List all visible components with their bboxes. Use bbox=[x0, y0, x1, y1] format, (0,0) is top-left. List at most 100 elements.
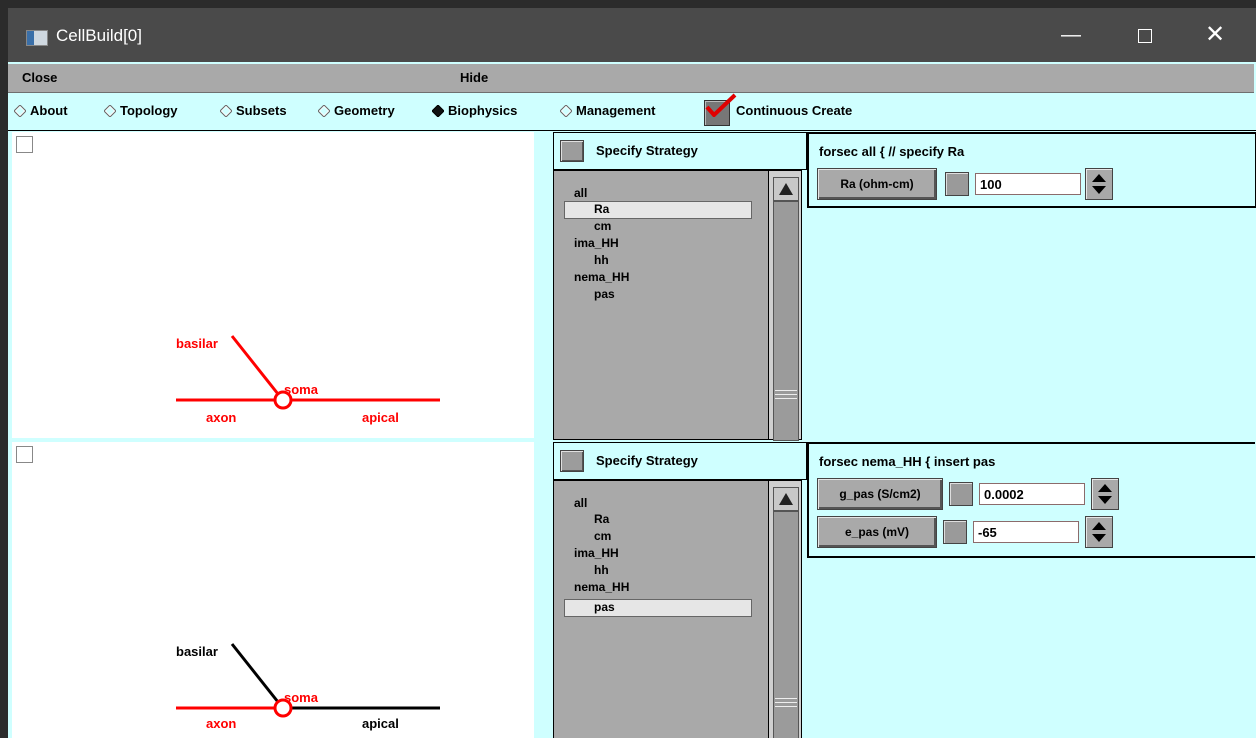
continuous-create-label: Continuous Create bbox=[736, 103, 853, 118]
radio-diamond-icon bbox=[104, 105, 116, 117]
g-pas-button[interactable]: g_pas (S/cm2) bbox=[817, 478, 943, 510]
list-scrollbar-1[interactable] bbox=[768, 170, 802, 441]
shape-plot-panel-1[interactable]: basilar soma axon apical bbox=[12, 132, 534, 438]
scroll-track[interactable] bbox=[773, 201, 799, 441]
e-pas-default-toggle[interactable] bbox=[943, 520, 967, 544]
basilar-section bbox=[230, 335, 280, 395]
tab-subsets-label: Subsets bbox=[236, 103, 287, 118]
tab-geometry-label: Geometry bbox=[334, 103, 395, 118]
specify-strategy-bar-1: Specify Strategy bbox=[553, 132, 807, 170]
basilar-label: basilar bbox=[176, 336, 218, 351]
apical-label: apical bbox=[362, 410, 399, 425]
list-item[interactable]: nema_HH bbox=[574, 269, 629, 285]
parameter-header: forsec all { // specify Ra bbox=[819, 144, 965, 159]
panel-2-background bbox=[807, 558, 1256, 738]
list-item[interactable]: cm bbox=[594, 528, 611, 544]
menu-bar: Close Hide bbox=[8, 64, 1254, 93]
title-bar: CellBuild[0] — ✕ bbox=[8, 8, 1256, 62]
parameter-header: forsec nema_HH { insert pas bbox=[819, 454, 996, 469]
g-pas-value-field[interactable]: 0.0002 bbox=[979, 483, 1085, 505]
tab-about[interactable]: About bbox=[14, 103, 68, 123]
soma-label: soma bbox=[284, 690, 319, 705]
list-item[interactable]: Ra bbox=[594, 511, 609, 527]
radio-diamond-icon bbox=[560, 105, 572, 117]
g-pas-stepper[interactable] bbox=[1091, 478, 1119, 510]
panel-divider bbox=[534, 132, 548, 438]
list-item[interactable]: all bbox=[574, 185, 587, 201]
checkmark-icon bbox=[705, 93, 737, 117]
window-title: CellBuild[0] bbox=[56, 26, 142, 45]
subset-list-1[interactable]: all Ra cm ima_HH hh nema_HH pas bbox=[553, 170, 770, 440]
apical-label: apical bbox=[362, 716, 399, 731]
tab-topology-label: Topology bbox=[120, 103, 178, 118]
list-item[interactable]: pas bbox=[594, 599, 615, 615]
e-pas-value-field[interactable]: -65 bbox=[973, 521, 1079, 543]
close-menu[interactable]: Close bbox=[22, 70, 57, 85]
close-window-button[interactable]: ✕ bbox=[1192, 16, 1238, 54]
list-item[interactable]: all bbox=[574, 495, 587, 511]
list-item[interactable]: nema_HH bbox=[574, 579, 629, 595]
radio-diamond-selected-icon bbox=[432, 105, 444, 117]
list-item[interactable]: hh bbox=[594, 562, 609, 578]
list-scrollbar-2[interactable] bbox=[768, 480, 802, 738]
parameter-panel-2: forsec nema_HH { insert pas g_pas (S/cm2… bbox=[807, 442, 1255, 558]
shape-plot-panel-2[interactable]: basilar soma axon apical bbox=[12, 442, 534, 738]
axon-label: axon bbox=[206, 410, 236, 425]
scroll-grip-icon[interactable] bbox=[773, 693, 799, 713]
subset-list-2[interactable]: all Ra cm ima_HH hh nema_HH pas bbox=[553, 480, 770, 738]
up-down-arrow-icon bbox=[1092, 174, 1106, 194]
specify-strategy-label: Specify Strategy bbox=[596, 143, 698, 158]
tab-management[interactable]: Management bbox=[560, 103, 655, 123]
hide-menu[interactable]: Hide bbox=[460, 70, 488, 85]
tab-about-label: About bbox=[30, 103, 68, 118]
list-selection-highlight bbox=[564, 201, 752, 219]
list-item[interactable]: ima_HH bbox=[574, 235, 619, 251]
specify-strategy-label: Specify Strategy bbox=[596, 453, 698, 468]
up-down-arrow-icon bbox=[1092, 522, 1106, 542]
radio-diamond-icon bbox=[318, 105, 330, 117]
maximize-button[interactable] bbox=[1122, 16, 1168, 54]
ra-default-toggle[interactable] bbox=[945, 172, 969, 196]
ra-stepper[interactable] bbox=[1085, 168, 1113, 200]
ra-value-field[interactable]: 100 bbox=[975, 173, 1081, 195]
continuous-create-checkbox[interactable] bbox=[704, 93, 737, 126]
soma-label: soma bbox=[284, 382, 319, 397]
up-arrow-icon bbox=[779, 183, 793, 195]
app-icon bbox=[26, 30, 48, 46]
minimize-button[interactable]: — bbox=[1048, 16, 1094, 54]
radio-diamond-icon bbox=[14, 105, 26, 117]
list-item[interactable]: pas bbox=[594, 286, 615, 302]
axon-label: axon bbox=[206, 716, 236, 731]
tab-topology[interactable]: Topology bbox=[104, 103, 178, 123]
parameter-panel-1: forsec all { // specify Ra Ra (ohm-cm) 1… bbox=[807, 132, 1256, 208]
tab-row: About Topology Subsets Geometry Biophysi… bbox=[8, 93, 1256, 131]
cell-shape-diagram: basilar soma axon apical bbox=[176, 335, 440, 425]
specify-strategy-bar-2: Specify Strategy bbox=[553, 442, 807, 480]
list-item[interactable]: hh bbox=[594, 252, 609, 268]
g-pas-default-toggle[interactable] bbox=[949, 482, 973, 506]
tab-biophysics-label: Biophysics bbox=[448, 103, 518, 118]
basilar-label: basilar bbox=[176, 644, 218, 659]
tab-biophysics[interactable]: Biophysics bbox=[432, 103, 517, 123]
up-down-arrow-icon bbox=[1098, 484, 1112, 504]
e-pas-button[interactable]: e_pas (mV) bbox=[817, 516, 937, 548]
specify-strategy-toggle[interactable] bbox=[560, 140, 584, 162]
ra-button[interactable]: Ra (ohm-cm) bbox=[817, 168, 937, 200]
radio-diamond-icon bbox=[220, 105, 232, 117]
list-item[interactable]: cm bbox=[594, 218, 611, 234]
scroll-up-arrow[interactable] bbox=[773, 487, 799, 511]
tab-management-label: Management bbox=[576, 103, 656, 118]
specify-strategy-toggle[interactable] bbox=[560, 450, 584, 472]
cell-shape-diagram: basilar soma axon apical bbox=[176, 643, 440, 731]
scroll-up-arrow[interactable] bbox=[773, 177, 799, 201]
tab-geometry[interactable]: Geometry bbox=[318, 103, 395, 123]
list-selection-highlight bbox=[564, 599, 752, 617]
basilar-section bbox=[230, 643, 280, 703]
e-pas-stepper[interactable] bbox=[1085, 516, 1113, 548]
list-item[interactable]: Ra bbox=[594, 201, 609, 217]
list-item[interactable]: ima_HH bbox=[574, 545, 619, 561]
scroll-grip-icon[interactable] bbox=[773, 385, 799, 405]
tab-subsets[interactable]: Subsets bbox=[220, 103, 287, 123]
up-arrow-icon bbox=[779, 493, 793, 505]
panel-1-background bbox=[807, 208, 1256, 438]
